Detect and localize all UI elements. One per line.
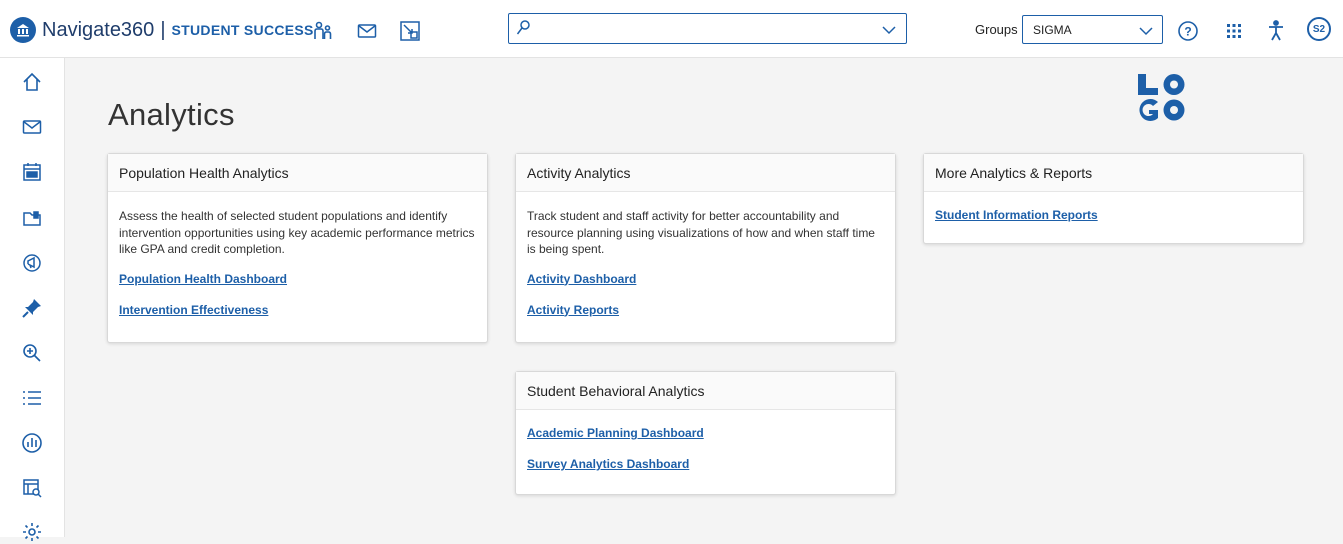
window-icon[interactable] [398,19,422,43]
brand-product: STUDENT SUCCESS [171,22,314,38]
university-icon [10,17,36,43]
people-icon[interactable] [311,19,335,43]
card-description: Track student and staff activity for bet… [527,209,875,256]
card-title: Population Health Analytics [108,154,487,192]
groups-selected-value: SIGMA [1033,23,1072,37]
search-input[interactable] [537,20,867,38]
card-description: Assess the health of selected student po… [119,209,475,256]
activity-reports-link[interactable]: Activity Reports [527,303,884,317]
survey-analytics-dashboard-link[interactable]: Survey Analytics Dashboard [527,457,884,471]
card-population-health: Population Health Analytics Assess the h… [107,153,488,343]
home-icon[interactable] [20,70,44,94]
card-title: Activity Analytics [516,154,895,192]
folder-icon[interactable] [20,206,44,230]
card-student-behavioral: Student Behavioral Analytics Academic Pl… [515,371,896,495]
analytics-icon[interactable] [20,431,44,455]
student-information-reports-link[interactable]: Student Information Reports [935,208,1292,222]
sidebar [0,58,65,541]
groups-select[interactable]: SIGMA [1022,15,1163,44]
brand-separator: | [160,18,166,41]
mail-icon[interactable] [355,19,379,43]
card-title: More Analytics & Reports [924,154,1303,192]
brand[interactable]: Navigate360 | STUDENT SUCCESS [10,17,314,43]
academic-planning-dashboard-link[interactable]: Academic Planning Dashboard [527,426,884,440]
card-title: Student Behavioral Analytics [516,372,895,410]
campaign-icon[interactable] [20,251,44,275]
accessibility-icon[interactable] [1264,19,1288,43]
brand-name: Navigate360 [42,18,155,41]
settings-icon[interactable] [20,520,44,544]
logo [1136,72,1188,122]
help-icon[interactable]: ? [1176,19,1200,43]
card-activity-analytics: Activity Analytics Track student and sta… [515,153,896,343]
page-title: Analytics [108,97,235,132]
population-health-dashboard-link[interactable]: Population Health Dashboard [119,272,476,286]
report-search-icon[interactable] [20,476,44,500]
top-bar: Navigate360 | STUDENT SUCCESS Groups SIG… [0,0,1343,58]
zoom-search-icon[interactable] [20,341,44,365]
groups-label: Groups [975,22,1018,37]
intervention-effectiveness-link[interactable]: Intervention Effectiveness [119,303,476,317]
svg-text:?: ? [1184,25,1191,39]
mail-icon[interactable] [20,115,44,139]
list-icon[interactable] [20,386,44,410]
avatar[interactable]: S2 [1307,17,1331,41]
chevron-down-icon[interactable] [882,22,896,40]
search-icon [516,20,530,41]
apps-grid-icon[interactable] [1222,19,1246,43]
pin-icon[interactable] [20,296,44,320]
card-more-analytics: More Analytics & Reports Student Informa… [923,153,1304,244]
activity-dashboard-link[interactable]: Activity Dashboard [527,272,884,286]
search-box[interactable] [508,13,907,44]
calendar-icon[interactable] [20,160,44,184]
chevron-down-icon [1139,23,1153,41]
